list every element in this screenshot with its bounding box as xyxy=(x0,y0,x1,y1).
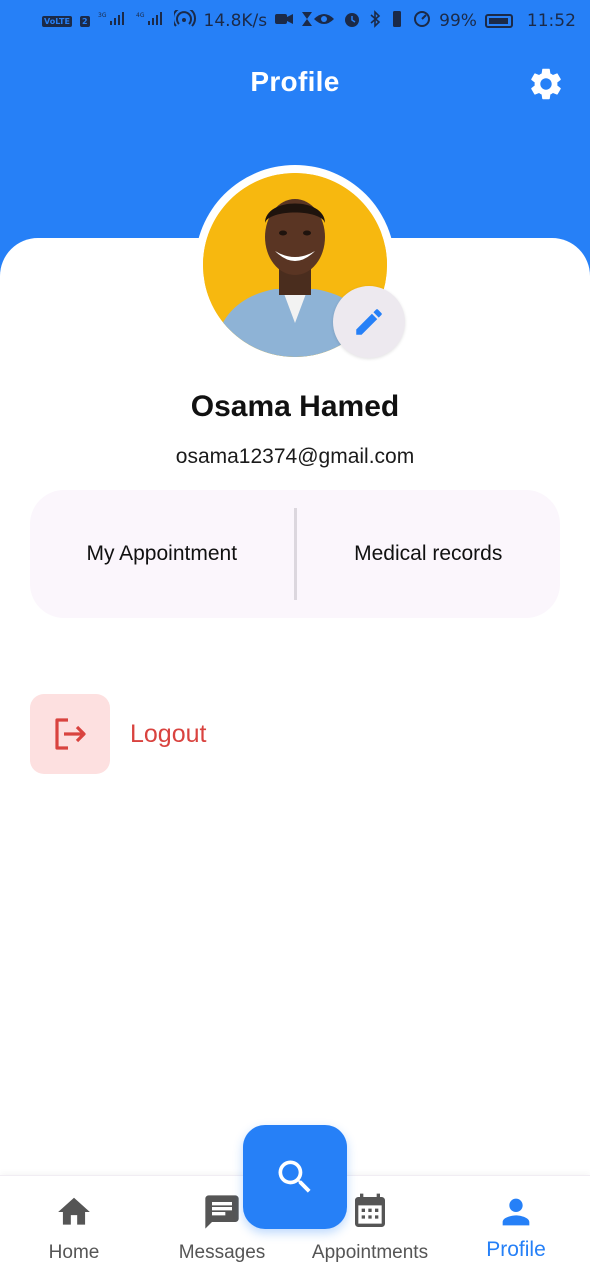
edit-avatar-button[interactable] xyxy=(333,286,405,358)
battery-percent: 99% xyxy=(439,11,477,31)
signal-4g-icon: 4G xyxy=(136,11,166,31)
network-speed: 14.8K/s xyxy=(203,11,268,31)
user-email: osama12374@gmail.com xyxy=(175,445,415,468)
network-3g-label: 3G xyxy=(98,12,107,19)
nav-home-label: Home xyxy=(48,1242,100,1263)
nav-profile-label: Profile xyxy=(486,1238,546,1261)
status-right: 99% 11:52 xyxy=(313,10,576,32)
bluetooth-icon xyxy=(369,10,381,32)
calendar-icon xyxy=(350,1192,390,1232)
eye-icon xyxy=(313,12,335,30)
my-appointment-button[interactable]: My Appointment xyxy=(30,542,294,566)
person-icon xyxy=(496,1192,536,1232)
battery-icon xyxy=(484,14,513,28)
status-time: 11:52 xyxy=(526,11,576,31)
nav-profile[interactable]: Profile xyxy=(442,1192,590,1262)
hotspot-icon xyxy=(171,6,196,32)
vibrate-icon xyxy=(389,10,405,32)
user-name: Osama Hamed xyxy=(190,390,400,423)
nav-home[interactable]: Home xyxy=(0,1192,148,1264)
settings-button[interactable] xyxy=(524,62,568,106)
search-icon xyxy=(278,1160,311,1193)
data-saver-icon xyxy=(413,10,431,32)
signal-3g-icon: 3G xyxy=(98,11,128,31)
gear-icon xyxy=(531,68,561,100)
medical-records-button[interactable]: Medical records xyxy=(297,542,561,566)
alarm-icon xyxy=(343,10,361,32)
message-icon xyxy=(202,1192,242,1232)
search-fab[interactable] xyxy=(243,1125,347,1229)
network-4g-label: 4G xyxy=(136,12,145,19)
video-camera-icon xyxy=(275,13,294,29)
hourglass-icon xyxy=(301,11,313,31)
pencil-icon xyxy=(356,309,382,335)
status-bar: VoLTE 2 3G 4G 14.8K/s 99% 11:52 xyxy=(0,0,590,42)
page-title: Profile xyxy=(250,66,340,97)
volte-badge: VoLTE xyxy=(42,15,72,27)
logout-button[interactable]: Logout xyxy=(30,693,206,775)
status-left: VoLTE 2 3G 4G 14.8K/s xyxy=(42,6,313,32)
quick-links-panel: My Appointment Medical records xyxy=(30,490,560,618)
logout-icon xyxy=(55,718,86,750)
logout-icon-box xyxy=(30,694,110,774)
home-icon xyxy=(54,1192,94,1232)
sim-slot-badge: 2 xyxy=(79,15,90,27)
nav-messages-label: Messages xyxy=(178,1242,266,1263)
logout-label: Logout xyxy=(130,719,207,748)
nav-appointments-label: Appointments xyxy=(311,1242,429,1263)
